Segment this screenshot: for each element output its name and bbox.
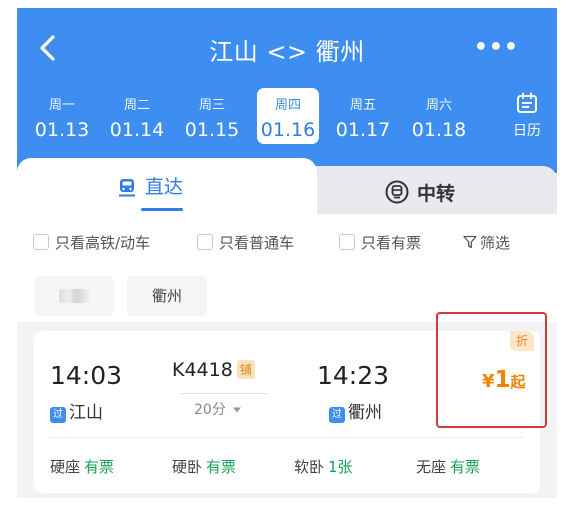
arrival-station-chip[interactable]: 衢州	[127, 276, 207, 316]
via-badge: 过	[50, 407, 66, 423]
seat-hard-sleeper: 硬卧 有票	[172, 458, 237, 476]
price-highlight-box	[436, 312, 547, 428]
train-number[interactable]: K4418 铺	[172, 359, 255, 381]
tab-active-indicator	[141, 208, 183, 211]
date-item-thu-selected[interactable]: 周四 01.16	[257, 88, 319, 144]
calendar-button[interactable]: 日历	[505, 92, 549, 140]
seat-soft-sleeper: 软卧 1张	[294, 458, 353, 476]
arrive-station: 过衢州	[329, 398, 382, 423]
filter-bar: 只看高铁/动车 只看普通车 只看有票 筛选	[17, 214, 557, 266]
checkbox[interactable]	[33, 234, 49, 250]
arrive-time: 14:23	[317, 361, 390, 390]
date-item-sat[interactable]: 周六 01.18	[408, 88, 470, 144]
depart-time: 14:03	[50, 361, 123, 390]
tab-bar: 直达 中转	[17, 158, 557, 214]
more-menu-icon[interactable]: •••	[474, 35, 519, 60]
train-icon	[119, 179, 135, 197]
duration-toggle[interactable]: 20分	[194, 399, 242, 419]
depart-station: 过江山	[50, 398, 103, 423]
date-item-mon[interactable]: 周一 01.13	[31, 88, 93, 144]
calendar-label: 日历	[513, 123, 541, 139]
date-item-wed[interactable]: 周三 01.15	[181, 88, 243, 144]
checkbox[interactable]	[197, 234, 213, 250]
filter-with-tickets[interactable]: 只看有票	[339, 232, 421, 253]
sleeper-badge: 铺	[236, 360, 255, 379]
departure-station-chip[interactable]	[34, 276, 114, 316]
blurred-text	[59, 289, 89, 303]
route-line	[180, 393, 268, 394]
seat-hard-seat: 硬座 有票	[50, 458, 115, 476]
filter-screen-button[interactable]: 筛选	[463, 232, 510, 253]
transfer-train-icon	[385, 180, 409, 204]
seat-no-seat: 无座 有票	[416, 458, 481, 476]
date-selector: 周一 01.13 周二 01.14 周三 01.15 周四 01.16 周五 0…	[27, 88, 497, 148]
date-item-tue[interactable]: 周二 01.14	[106, 88, 168, 144]
header-bar: 江山 <> 衢州 ••• 周一 01.13 周二 01.14 周三 01.15 …	[17, 8, 557, 173]
funnel-icon	[463, 235, 477, 249]
card-divider	[50, 437, 524, 438]
calendar-icon	[517, 92, 537, 113]
filter-ordinary[interactable]: 只看普通车	[197, 232, 294, 253]
filter-high-speed[interactable]: 只看高铁/动车	[33, 232, 150, 253]
caret-down-icon	[233, 407, 242, 413]
tab-direct[interactable]: 直达	[117, 172, 183, 211]
tab-transfer[interactable]: 中转	[385, 179, 455, 206]
date-item-fri[interactable]: 周五 01.17	[332, 88, 394, 144]
checkbox[interactable]	[339, 234, 355, 250]
via-badge: 过	[329, 407, 345, 423]
